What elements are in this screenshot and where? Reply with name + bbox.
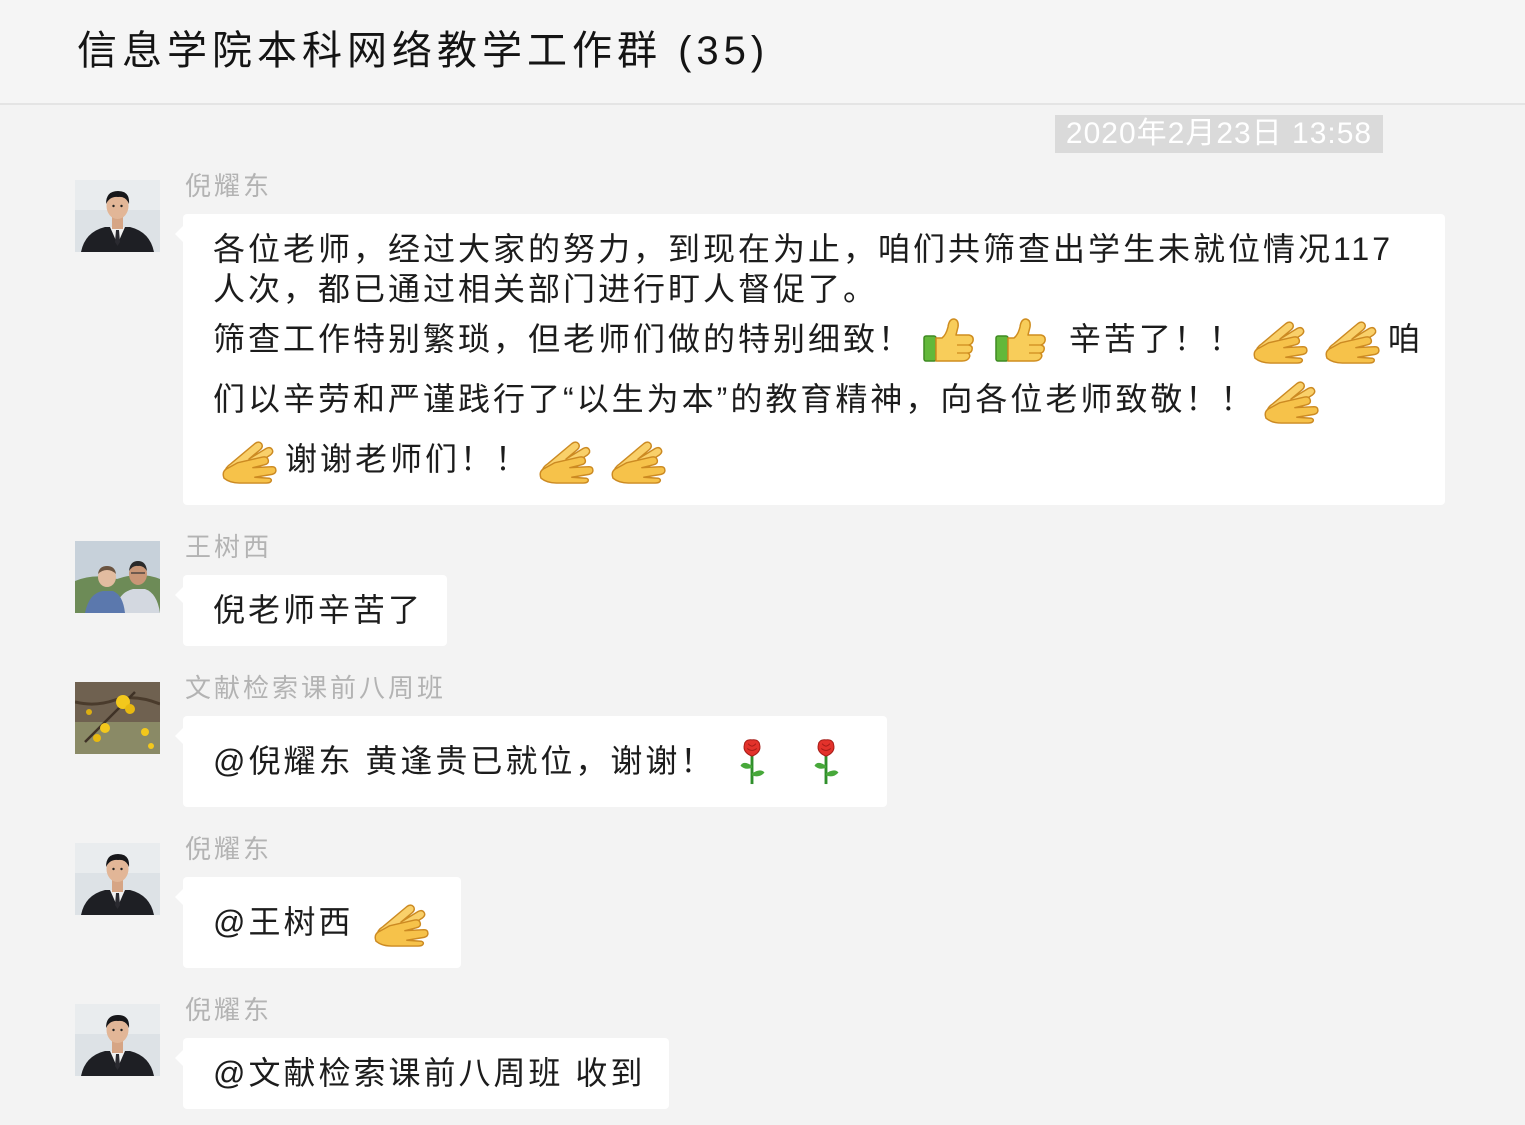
sender-avatar[interactable] [75, 1004, 160, 1076]
clap-icon [1321, 314, 1383, 364]
timestamp-row: 2020年2月23日 13:58 [0, 115, 1525, 153]
sender-name: 倪耀东 [185, 834, 273, 864]
message-bubble[interactable]: @文献检索课前八周班 收到 [174, 1038, 670, 1109]
chat-message: 倪耀东各位老师，经过大家的努力，到现在为止，咱们共筛查出学生未就位情况117 人次… [0, 173, 1525, 505]
sender-avatar[interactable] [75, 541, 160, 613]
message-content: @倪耀东 黄逢贵已就位，谢谢！ [213, 731, 863, 791]
sender-avatar[interactable] [75, 682, 160, 754]
avatar-image [75, 843, 160, 915]
message-text: 辛苦了！！ [1057, 321, 1244, 357]
sender-name: 倪耀东 [185, 171, 273, 201]
message-text: @倪耀东 黄逢贵已就位，谢谢！ [213, 743, 716, 779]
message-text: @王树西 [213, 904, 366, 940]
chat-message: 文献检索课前八周班 @倪耀东 黄逢贵已就位，谢谢！ [0, 675, 1525, 807]
sender-avatar[interactable] [75, 843, 160, 915]
message-line: @文献检索课前八周班 收到 [213, 1053, 645, 1093]
message-text: 倪老师辛苦了 [213, 592, 424, 628]
clap-icon [1260, 374, 1322, 424]
message-line: 们以辛劳和严谨践行了“以生为本”的教育精神，向各位老师致敬！！ [213, 369, 1421, 429]
sender-name: 倪耀东 [185, 995, 273, 1025]
message-line: 各位老师，经过大家的努力，到现在为止，咱们共筛查出学生未就位情况117 [213, 229, 1421, 269]
message-bubble[interactable]: @倪耀东 黄逢贵已就位，谢谢！ [174, 716, 888, 807]
message-bubble[interactable]: @王树西 [174, 877, 462, 968]
clap-icon [607, 434, 669, 484]
clap-icon [535, 434, 597, 484]
chat-title: 信息学院本科网络教学工作群 (35) [77, 29, 770, 73]
sender-name: 王树西 [185, 532, 273, 562]
timestamp-badge: 2020年2月23日 13:58 [1055, 115, 1383, 153]
avatar-image [75, 1004, 160, 1076]
chat-message: 倪耀东 @文献检索课前八周班 收到 [0, 997, 1525, 1109]
message-line: 人次，都已通过相关部门进行盯人督促了。 [213, 269, 1421, 309]
rose-icon [735, 737, 769, 785]
message-content: @文献检索课前八周班 收到 [213, 1053, 645, 1093]
clap-icon [370, 897, 432, 947]
clap-icon [218, 434, 280, 484]
thumbs-up-icon [921, 315, 977, 363]
avatar-image [75, 541, 160, 613]
sender-avatar[interactable] [75, 180, 160, 252]
message-line: @倪耀东 黄逢贵已就位，谢谢！ [213, 731, 863, 791]
avatar-image [75, 180, 160, 252]
message-content: 各位老师，经过大家的努力，到现在为止，咱们共筛查出学生未就位情况117 人次，都已… [213, 229, 1421, 489]
message-text: 谢谢老师们！！ [285, 441, 531, 477]
message-bubble[interactable]: 各位老师，经过大家的努力，到现在为止，咱们共筛查出学生未就位情况117 人次，都已… [175, 214, 1445, 505]
chat-header: 信息学院本科网络教学工作群 (35) [0, 0, 1525, 105]
message-line: 谢谢老师们！！ [213, 429, 1421, 489]
message-line: 倪老师辛苦了 [213, 590, 423, 630]
thumbs-up-icon [993, 315, 1049, 363]
sender-name: 文献检索课前八周班 [185, 673, 447, 703]
message-content: @王树西 [213, 892, 437, 952]
message-line: @王树西 [213, 892, 437, 952]
message-text: 们以辛劳和严谨践行了“以生为本”的教育精神，向各位老师致敬！！ [213, 381, 1256, 417]
chat-message: 王树西倪老师辛苦了 [0, 534, 1525, 646]
rose-icon [809, 737, 843, 785]
message-text: 咱 [1387, 321, 1421, 357]
message-list: 倪耀东 各位老师，经过大家的努力，到现在为止，咱们共筛查出学生未就位情况117 人次… [0, 153, 1525, 1109]
clap-icon [1249, 314, 1311, 364]
message-bubble[interactable]: 倪老师辛苦了 [174, 575, 448, 646]
message-text: 人次，都已通过相关部门进行盯人督促了。 [213, 271, 879, 307]
chat-message: 倪耀东 @王树西 [0, 836, 1525, 968]
message-text: @文献检索课前八周班 收到 [213, 1055, 646, 1091]
message-text: 各位老师，经过大家的努力，到现在为止，咱们共筛查出学生未就位情况117 [213, 231, 1394, 267]
avatar-image [75, 682, 160, 754]
message-content: 倪老师辛苦了 [213, 590, 423, 630]
message-text: 筛查工作特别繁琐，但老师们做的特别细致！ [213, 321, 914, 357]
message-line: 筛查工作特别繁琐，但老师们做的特别细致！ 辛苦了！！ 咱 [213, 309, 1421, 369]
